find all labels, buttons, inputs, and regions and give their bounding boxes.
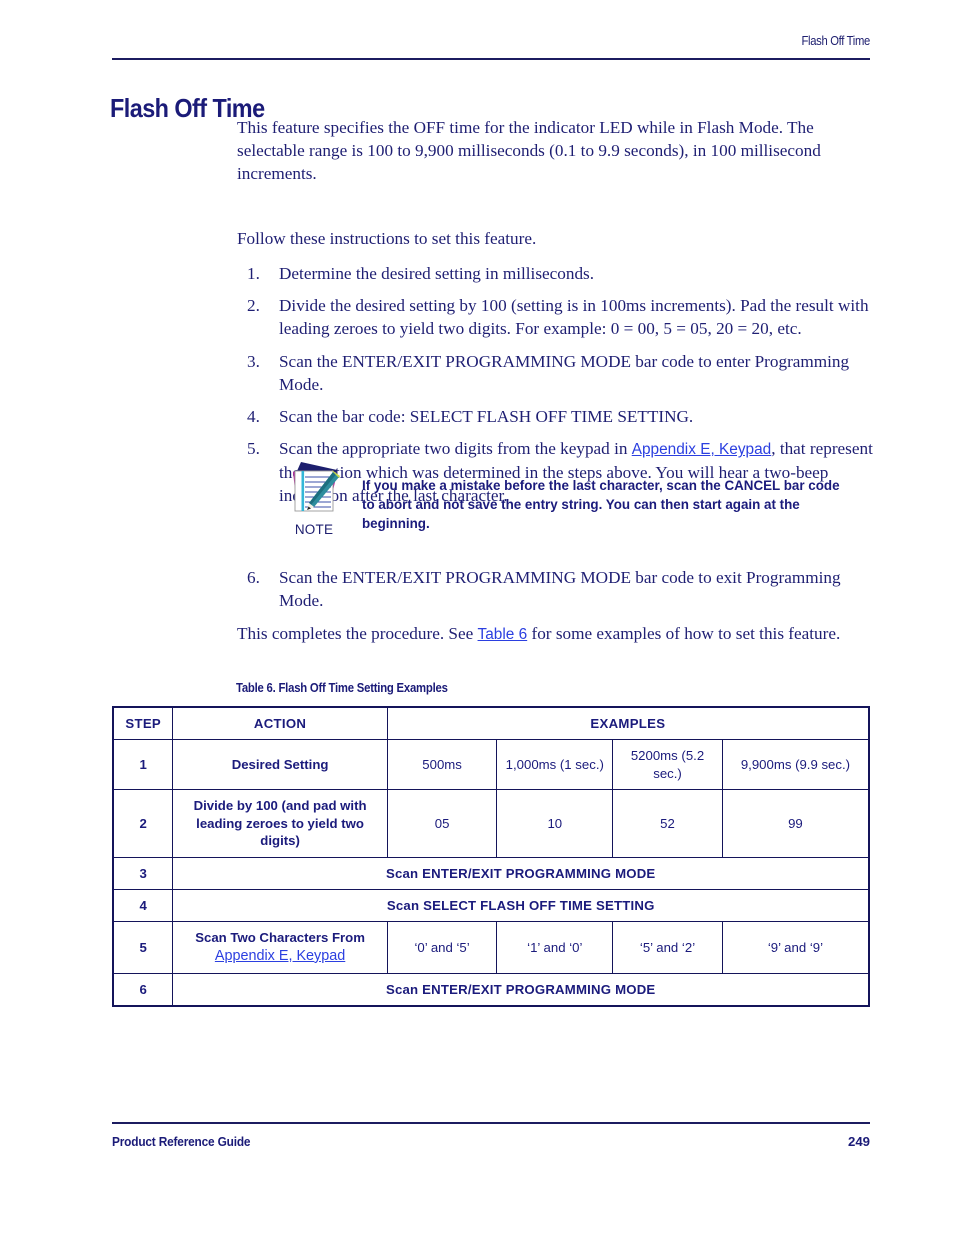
step-text: Divide the desired setting by 100 (setti…: [279, 296, 869, 339]
row-action: Scan Two Characters From Appendix E, Key…: [172, 921, 388, 974]
body-column: This feature specifies the OFF time for …: [237, 116, 873, 516]
footer-rule: [112, 1122, 870, 1124]
instruction-steps-tail-list: 6. Scan the ENTER/EXIT PROGRAMMING MODE b…: [237, 566, 873, 612]
row-value-2: 1,000ms (1 sec.): [496, 739, 614, 791]
row-step-number: 1: [112, 739, 174, 791]
notepad-pencil-icon: [293, 462, 340, 512]
flash-off-time-examples-table: STEP ACTION EXAMPLES 1 Desired Setting 5…: [112, 706, 871, 1007]
row-step-number: 3: [112, 856, 174, 890]
table-row: 4 Scan SELECT FLASH OFF TIME SETTING: [112, 888, 871, 923]
header-rule: [112, 58, 870, 60]
note-icon-wrap: NOTE: [282, 458, 346, 537]
row-value-1: ‘0’ and ‘5’: [386, 921, 498, 974]
row-value-3: ‘5’ and ‘2’: [612, 921, 723, 974]
table-header-step: STEP: [112, 706, 174, 741]
closing-text-after-link: for some examples of how to set this fea…: [527, 624, 841, 644]
row-span-text: Scan SELECT FLASH OFF TIME SETTING: [172, 888, 871, 923]
intro-paragraph-2: Follow these instructions to set this fe…: [237, 228, 537, 248]
row-value-3: 5200ms (5.2 sec.): [612, 739, 723, 791]
tail-column: 6. Scan the ENTER/EXIT PROGRAMMING MODE b…: [237, 566, 873, 646]
row-step-number: 6: [112, 972, 174, 1007]
table-header-examples: EXAMPLES: [386, 706, 870, 741]
closing-paragraph: This completes the procedure. See Table …: [237, 622, 873, 646]
step-text: Scan the ENTER/EXIT PROGRAMMING MODE bar…: [279, 351, 850, 394]
appendix-e-keypad-link[interactable]: Appendix E, Keypad: [178, 947, 381, 966]
row-value-2: 10: [496, 789, 614, 858]
table-6-link[interactable]: Table 6: [478, 626, 528, 643]
row-span-text: Scan ENTER/EXIT PROGRAMMING MODE: [172, 972, 871, 1007]
table-row: 5 Scan Two Characters From Appendix E, K…: [112, 921, 870, 974]
row-action: Divide by 100 (and pad with leading zero…: [172, 789, 388, 858]
step-text: Scan the bar code: SELECT FLASH OFF TIME…: [279, 406, 694, 426]
row-step-number: 4: [112, 888, 174, 923]
note-text: If you make a mistake before the last ch…: [362, 478, 840, 532]
table-row: 1 Desired Setting 500ms 1,000ms (1 sec.)…: [112, 739, 870, 791]
row-value-4: 9,900ms (9.9 sec.): [721, 739, 870, 791]
table-header-row: STEP ACTION EXAMPLES: [112, 706, 870, 741]
step-text: Determine the desired setting in millise…: [279, 263, 595, 283]
row-value-4: 99: [721, 789, 870, 858]
row-action: Desired Setting: [172, 739, 388, 791]
row-step-number: 5: [112, 921, 174, 974]
running-header: Flash Off Time: [801, 34, 870, 48]
step-item-4: Scan the bar code: SELECT FLASH OFF TIME…: [237, 405, 873, 428]
row-action-label: Scan Two Characters From: [195, 930, 365, 946]
row-value-2: ‘1’ and ‘0’: [496, 921, 614, 974]
step-item-1: Determine the desired setting in millise…: [237, 262, 873, 285]
step-item-2: Divide the desired setting by 100 (setti…: [237, 294, 873, 340]
closing-text-before-link: This completes the procedure. See: [237, 624, 478, 644]
table-row: 2 Divide by 100 (and pad with leading ze…: [112, 789, 870, 858]
note-label: NOTE: [294, 522, 334, 537]
footer-page-number: 249: [847, 1134, 870, 1149]
appendix-e-keypad-link[interactable]: Appendix E, Keypad: [632, 441, 771, 458]
intro-paragraph-1: This feature specifies the OFF time for …: [237, 118, 821, 184]
row-value-4: ‘9’ and ‘9’: [721, 921, 870, 974]
row-step-number: 2: [112, 789, 174, 858]
row-value-3: 52: [612, 789, 723, 858]
step-text: Scan the ENTER/EXIT PROGRAMMING MODE bar…: [279, 568, 841, 611]
table-row: 6 Scan ENTER/EXIT PROGRAMMING MODE: [112, 972, 871, 1007]
table-row: 3 Scan ENTER/EXIT PROGRAMMING MODE: [112, 856, 871, 890]
step-text-before-link: Scan the appropriate two digits from the…: [279, 439, 632, 459]
step-item-3: Scan the ENTER/EXIT PROGRAMMING MODE bar…: [237, 350, 873, 396]
step-number: 6.: [247, 568, 260, 587]
document-page: Flash Off Time Flash Off Time This featu…: [0, 0, 954, 1235]
table-header-action: ACTION: [172, 706, 388, 741]
note-block: NOTE If you make a mistake before the la…: [282, 458, 872, 558]
table-caption: Table 6. Flash Off Time Setting Examples: [236, 681, 448, 695]
step-item-6: 6. Scan the ENTER/EXIT PROGRAMMING MODE b…: [237, 566, 873, 612]
row-value-1: 05: [386, 789, 498, 858]
row-value-1: 500ms: [386, 739, 498, 791]
row-span-text: Scan ENTER/EXIT PROGRAMMING MODE: [172, 856, 871, 890]
